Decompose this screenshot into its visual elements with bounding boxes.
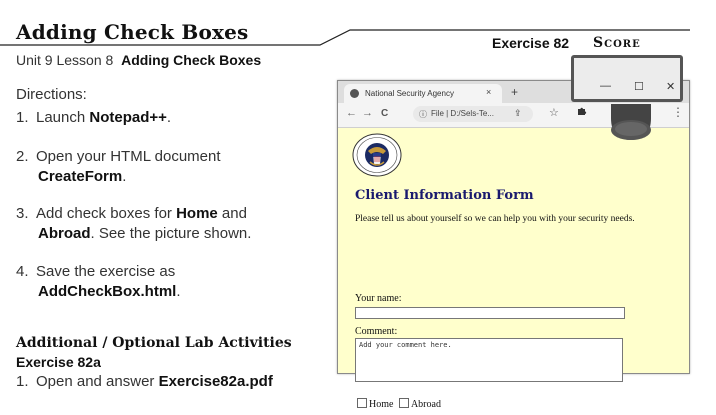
back-arrow-icon[interactable]: ←	[346, 107, 357, 119]
step-number: 1.	[16, 109, 29, 126]
step-3: 3. Add check boxes for Home and Abroad. S…	[16, 204, 251, 244]
address-text: File | D:/Sels-Te...	[431, 109, 494, 118]
step-text: .	[166, 109, 172, 126]
step-text: Launch	[36, 109, 90, 126]
step-continuation: AddCheckBox.html.	[16, 282, 181, 302]
step-text: Open and answer	[36, 373, 159, 390]
window-controls-magnified: — ☐ ✕	[571, 55, 683, 102]
checkbox-row: Home Abroad	[357, 398, 441, 410]
unit-subtitle: Unit 9 Lesson 8 Adding Check Boxes	[16, 52, 261, 68]
step-text: .	[122, 168, 127, 185]
close-window-icon[interactable]: ✕	[666, 80, 675, 93]
comment-textarea[interactable]: Add your comment here.	[355, 338, 623, 382]
step-text: .	[176, 283, 181, 300]
step-text: and	[217, 205, 247, 222]
page-content: Client Information Form Please tell us a…	[338, 128, 689, 410]
unit-title: Adding Check Boxes	[121, 52, 262, 68]
step-bold-text: Exercise82a.pdf	[158, 373, 273, 390]
close-tab-icon[interactable]: ×	[486, 87, 491, 97]
extensions-puzzle-icon[interactable]	[577, 106, 587, 119]
additional-exercise: Exercise 82a	[16, 354, 101, 370]
score-label: Score	[593, 35, 641, 51]
step-bold-text: CreateForm	[38, 168, 123, 185]
minimize-icon[interactable]: —	[600, 80, 611, 92]
step-text: Save the exercise as	[36, 263, 176, 280]
info-icon: ⓘ	[419, 110, 427, 119]
new-tab-button[interactable]: +	[511, 85, 518, 99]
step-bold-text: Notepad++	[89, 109, 167, 126]
additional-step: 1. Open and answer Exercise82a.pdf	[16, 373, 273, 390]
step-continuation: CreateForm.	[16, 167, 221, 187]
page-title: Adding Check Boxes	[16, 20, 249, 44]
step-text: Add check boxes for	[36, 205, 177, 222]
name-input[interactable]	[355, 307, 625, 319]
form-description: Please tell us about yourself so we can …	[355, 214, 635, 224]
abroad-checkbox-label: Abroad	[410, 399, 441, 410]
name-label: Your name:	[355, 293, 402, 304]
directions-label: Directions:	[16, 86, 87, 103]
share-icon[interactable]: ⇪	[514, 108, 522, 119]
nsa-seal-logo	[352, 133, 402, 177]
form-title: Client Information Form	[355, 188, 534, 203]
bookmark-star-icon[interactable]: ☆	[549, 106, 559, 119]
step-continuation: Abroad. See the picture shown.	[16, 224, 251, 244]
step-number: 4.	[16, 263, 29, 280]
unit-prefix: Unit 9 Lesson 8	[16, 52, 114, 68]
comment-label: Comment:	[355, 326, 398, 337]
step-number: 2.	[16, 148, 29, 165]
window-controls-panel: — ☐ ✕	[574, 58, 680, 99]
additional-heading: Additional / Optional Lab Activities	[16, 335, 292, 351]
home-checkbox[interactable]	[357, 398, 367, 408]
menu-kebab-icon[interactable]: ⋮	[672, 105, 684, 119]
address-bar[interactable]: ⓘ File | D:/Sels-Te... ⇪	[413, 106, 533, 122]
abroad-checkbox[interactable]	[398, 398, 409, 408]
forward-arrow-icon[interactable]: →	[362, 107, 373, 119]
tab-title: National Security Agency	[365, 89, 454, 98]
browser-tab[interactable]: National Security Agency ×	[344, 84, 502, 103]
maximize-icon[interactable]: ☐	[634, 80, 644, 93]
reload-icon[interactable]: C	[381, 108, 388, 119]
step-1: 1. Launch Notepad++.	[16, 108, 171, 128]
step-bold-text: AddCheckBox.html	[38, 283, 177, 300]
step-4: 4. Save the exercise as AddCheckBox.html.	[16, 262, 181, 302]
magnifier-handle-icon	[611, 104, 651, 140]
home-checkbox-label: Home	[369, 399, 394, 410]
step-text: . See the picture shown.	[90, 225, 252, 242]
step-2: 2. Open your HTML document CreateForm.	[16, 147, 221, 187]
step-number: 3.	[16, 205, 29, 222]
step-number: 1.	[16, 373, 29, 390]
step-bold-text: Abroad	[38, 225, 91, 242]
step-text: Open your HTML document	[36, 148, 221, 165]
exercise-number: Exercise 82	[492, 35, 570, 51]
step-bold-text: Home	[176, 205, 218, 222]
globe-icon	[350, 89, 359, 98]
